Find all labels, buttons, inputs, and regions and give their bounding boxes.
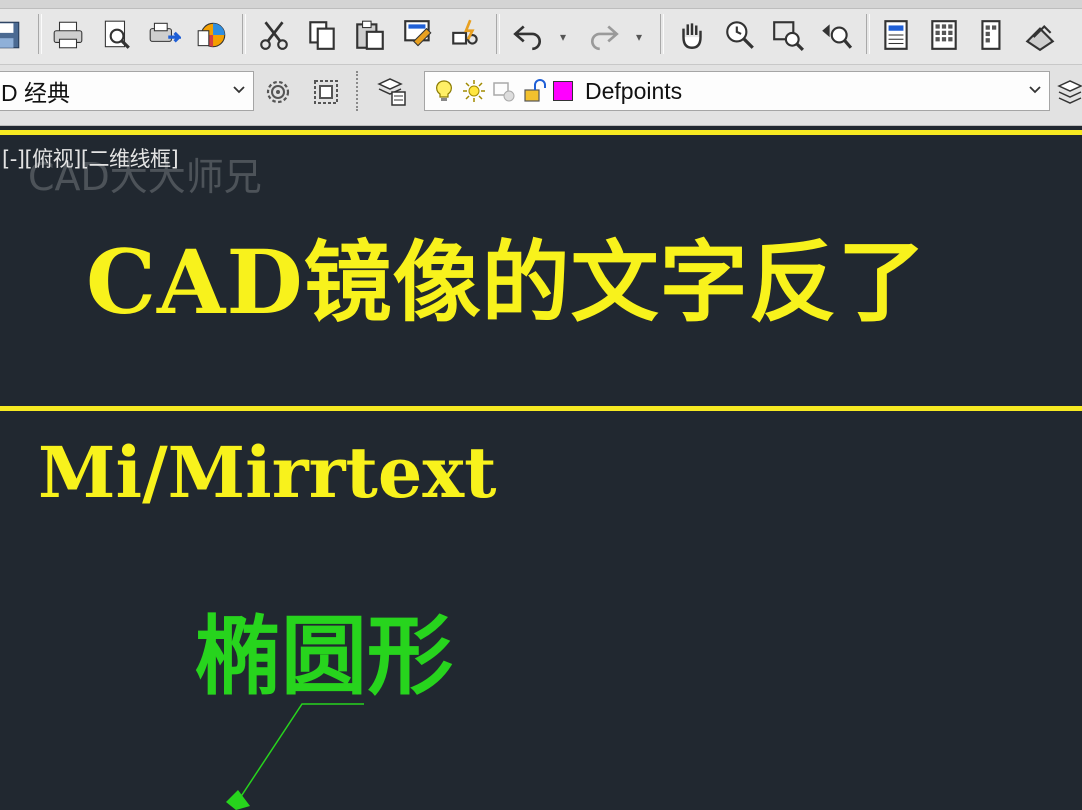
workspace-layers-toolbar: D 经典 Defpoints [0,65,1082,126]
tool-palettes-icon[interactable] [972,14,1012,56]
cut-icon[interactable] [254,14,294,56]
markup-icon[interactable] [1020,14,1060,56]
chevron-down-icon [1029,86,1041,94]
pan-icon[interactable] [672,14,712,56]
drawing-canvas[interactable]: CAD大大师兄 [-][俯视][二维线框] CAD镜像的文字反了 Mi/Mirr… [0,126,1082,810]
publish-icon[interactable] [144,14,184,56]
redo-icon[interactable] [584,14,624,56]
leader-arrowhead [226,790,250,810]
paste-icon[interactable] [350,14,390,56]
layer-color-swatch [553,81,573,101]
toolbar-grip[interactable] [356,71,366,111]
print-preview-icon[interactable] [96,14,136,56]
design-center-icon[interactable] [924,14,964,56]
toolbar-separator [38,14,42,54]
print-icon[interactable] [48,14,88,56]
make-layer-current-icon[interactable] [1054,73,1082,111]
toolbar-separator [660,14,664,54]
zoom-window-icon[interactable] [768,14,808,56]
workspace-combo[interactable]: D 经典 [0,71,254,111]
save-icon[interactable] [0,14,26,56]
unlock-icon[interactable] [521,78,547,104]
toolbar-top-edge [0,0,1082,9]
zoom-realtime-icon[interactable] [720,14,760,56]
redo-dropdown-icon[interactable]: ▾ [636,30,642,44]
zoom-previous-icon[interactable] [816,14,856,56]
match-properties-icon[interactable] [398,14,438,56]
lightbulb-on-icon[interactable] [431,78,457,104]
standard-toolbar: ▾ ▾ [0,0,1082,65]
layer-selected: Defpoints [585,77,683,104]
leader-line [226,703,364,810]
workspace-settings-gear-icon[interactable] [260,73,296,111]
properties-icon[interactable] [876,14,916,56]
undo-dropdown-icon[interactable]: ▾ [560,30,566,44]
toolbar-separator [866,14,870,54]
customize-icon[interactable] [308,73,344,111]
chevron-down-icon [233,86,245,94]
viewport-freeze-icon[interactable] [491,78,517,104]
layer-properties-manager-icon[interactable] [374,73,410,111]
toolbar-separator [242,14,246,54]
block-editor-icon[interactable] [446,14,486,56]
copy-icon[interactable] [302,14,342,56]
sun-thaw-icon[interactable] [461,78,487,104]
undo-icon[interactable] [508,14,548,56]
workspace-selected: D 经典 [1,80,70,106]
layer-combo[interactable]: Defpoints [424,71,1050,111]
toolbar-separator [496,14,500,54]
3d-dwf-icon[interactable] [192,14,232,56]
